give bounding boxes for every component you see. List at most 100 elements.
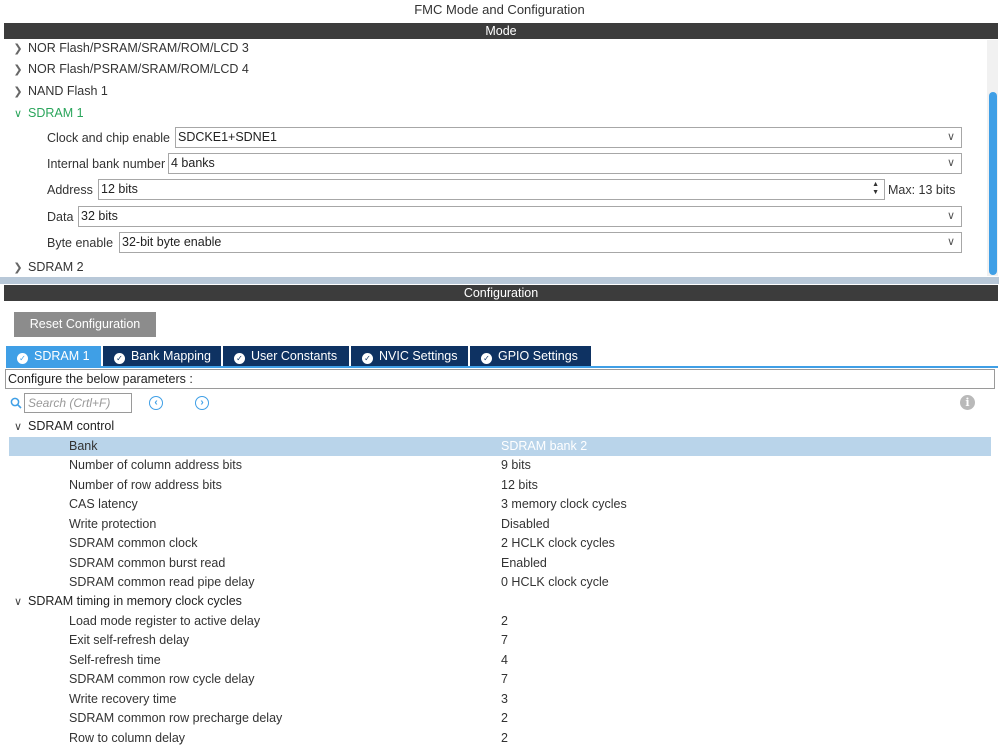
search-input[interactable]: Search (Crtl+F) bbox=[24, 393, 132, 413]
group-label: SDRAM control bbox=[28, 419, 115, 433]
clock-enable-select[interactable]: SDCKE1+SDNE1 ∨ bbox=[175, 127, 962, 148]
chevron-right-icon: ❯ bbox=[13, 86, 23, 98]
chevron-down-icon: ∨ bbox=[946, 236, 955, 248]
group-sdram-timing[interactable]: ∨ SDRAM timing in memory clock cycles bbox=[8, 592, 242, 611]
tab-user-constants[interactable]: ✓ User Constants bbox=[223, 346, 349, 366]
clock-enable-label: Clock and chip enable bbox=[47, 131, 170, 145]
param-value[interactable]: 2 bbox=[501, 612, 508, 631]
param-row[interactable]: Load mode register to active delay 2 bbox=[9, 612, 991, 631]
panel-divider[interactable] bbox=[0, 277, 999, 284]
param-value[interactable]: 9 bits bbox=[501, 456, 531, 475]
bank-number-value: 4 banks bbox=[171, 156, 215, 170]
param-row[interactable]: SDRAM common row cycle delay 7 bbox=[9, 670, 991, 689]
chevron-down-icon: ∨ bbox=[13, 421, 23, 433]
info-icon[interactable]: i bbox=[960, 395, 975, 410]
bank-number-label: Internal bank number bbox=[47, 157, 166, 171]
param-row[interactable]: Number of column address bits 9 bits bbox=[9, 456, 991, 475]
scrollbar-thumb[interactable] bbox=[989, 92, 997, 275]
param-row[interactable]: Self-refresh time 4 bbox=[9, 651, 991, 670]
param-value[interactable]: 3 bbox=[501, 690, 508, 709]
param-name: SDRAM common clock bbox=[69, 536, 198, 550]
param-row[interactable]: Write protection Disabled bbox=[9, 515, 991, 534]
chevron-down-icon: ∨ bbox=[946, 157, 955, 169]
chevron-right-icon: ❯ bbox=[13, 43, 23, 55]
tab-label: NVIC Settings bbox=[379, 349, 458, 363]
tab-label: Bank Mapping bbox=[131, 349, 211, 363]
spinner-arrows-icon[interactable]: ▲ ▼ bbox=[872, 181, 879, 197]
param-value[interactable]: 2 bbox=[501, 729, 508, 748]
group-sdram-control[interactable]: ∨ SDRAM control bbox=[8, 417, 114, 436]
mode-scrollbar[interactable] bbox=[987, 40, 998, 276]
param-name: SDRAM common burst read bbox=[69, 556, 226, 570]
next-match-icon[interactable]: › bbox=[195, 396, 209, 410]
param-row[interactable]: Bank SDRAM bank 2 bbox=[9, 437, 991, 456]
tree-item-sdram2[interactable]: ❯ SDRAM 2 bbox=[4, 257, 83, 276]
check-circle-icon: ✓ bbox=[362, 353, 373, 364]
param-value[interactable]: 2 HCLK clock cycles bbox=[501, 534, 615, 553]
param-value[interactable]: 2 bbox=[501, 709, 508, 728]
group-label: SDRAM timing in memory clock cycles bbox=[28, 594, 242, 608]
param-row[interactable]: Exit self-refresh delay 7 bbox=[9, 631, 991, 650]
param-row[interactable]: CAS latency 3 memory clock cycles bbox=[9, 495, 991, 514]
data-value: 32 bits bbox=[81, 209, 118, 223]
data-select[interactable]: 32 bits ∨ bbox=[78, 206, 962, 227]
address-max-label: Max: 13 bits bbox=[888, 183, 956, 197]
param-row[interactable]: SDRAM common clock 2 HCLK clock cycles bbox=[9, 534, 991, 553]
check-circle-icon: ✓ bbox=[234, 353, 245, 364]
param-value[interactable]: 12 bits bbox=[501, 476, 538, 495]
param-name: Self-refresh time bbox=[69, 653, 161, 667]
clock-enable-value: SDCKE1+SDNE1 bbox=[178, 130, 277, 144]
parameter-hint: Configure the below parameters : bbox=[5, 369, 995, 389]
param-name: Load mode register to active delay bbox=[69, 614, 261, 628]
tab-sdram1[interactable]: ✓ SDRAM 1 bbox=[6, 346, 101, 366]
param-row[interactable]: Number of row address bits 12 bits bbox=[9, 476, 991, 495]
tab-nvic-settings[interactable]: ✓ NVIC Settings bbox=[351, 346, 468, 366]
tab-bank-mapping[interactable]: ✓ Bank Mapping bbox=[103, 346, 221, 366]
param-value[interactable]: Disabled bbox=[501, 515, 550, 534]
param-name: SDRAM common row cycle delay bbox=[69, 672, 255, 686]
param-row[interactable]: SDRAM common burst read Enabled bbox=[9, 554, 991, 573]
bank-number-select[interactable]: 4 banks ∨ bbox=[168, 153, 962, 174]
data-label: Data bbox=[47, 210, 74, 224]
tab-label: SDRAM 1 bbox=[34, 349, 90, 363]
param-name: Number of row address bits bbox=[69, 478, 222, 492]
param-name: Number of column address bits bbox=[69, 458, 242, 472]
param-value[interactable]: 0 HCLK clock cycle bbox=[501, 573, 609, 592]
tree-item-nand1[interactable]: ❯ NAND Flash 1 bbox=[4, 81, 108, 101]
tree-item-nor3[interactable]: ❯ NOR Flash/PSRAM/SRAM/ROM/LCD 3 bbox=[4, 40, 249, 58]
check-circle-icon: ✓ bbox=[481, 353, 492, 364]
param-value[interactable]: Enabled bbox=[501, 554, 547, 573]
param-name: Row to column delay bbox=[69, 731, 186, 745]
param-name: Exit self-refresh delay bbox=[69, 633, 190, 647]
param-name: Write protection bbox=[69, 517, 157, 531]
param-row[interactable]: Write recovery time 3 bbox=[9, 690, 991, 709]
param-row[interactable]: Row to column delay 2 bbox=[9, 729, 991, 748]
param-value[interactable]: 7 bbox=[501, 670, 508, 689]
tab-label: User Constants bbox=[251, 349, 338, 363]
param-value[interactable]: 4 bbox=[501, 651, 508, 670]
param-name: CAS latency bbox=[69, 497, 138, 511]
param-row[interactable]: SDRAM common row precharge delay 2 bbox=[9, 709, 991, 728]
tree-item-label: NOR Flash/PSRAM/SRAM/ROM/LCD 3 bbox=[28, 41, 249, 55]
param-row[interactable]: SDRAM common read pipe delay 0 HCLK cloc… bbox=[9, 573, 991, 592]
param-name: Bank bbox=[69, 439, 98, 453]
byte-enable-select[interactable]: 32-bit byte enable ∨ bbox=[119, 232, 962, 253]
mode-panel: ❯ NOR Flash/PSRAM/SRAM/ROM/LCD 3 ❯ NOR Fla… bbox=[4, 40, 998, 276]
param-value[interactable]: 3 memory clock cycles bbox=[501, 495, 627, 514]
param-value[interactable]: 7 bbox=[501, 631, 508, 650]
check-circle-icon: ✓ bbox=[114, 353, 125, 364]
address-spinner[interactable]: 12 bits ▲ ▼ bbox=[98, 179, 885, 200]
param-name: SDRAM common read pipe delay bbox=[69, 575, 255, 589]
previous-match-icon[interactable]: ‹ bbox=[149, 396, 163, 410]
tab-gpio-settings[interactable]: ✓ GPIO Settings bbox=[470, 346, 591, 366]
tree-item-sdram1[interactable]: ∨ SDRAM 1 bbox=[4, 103, 84, 123]
tree-item-label: NAND Flash 1 bbox=[28, 84, 108, 98]
reset-configuration-button[interactable]: Reset Configuration bbox=[14, 312, 156, 337]
byte-enable-label: Byte enable bbox=[47, 236, 114, 250]
tree-item-nor4[interactable]: ❯ NOR Flash/PSRAM/SRAM/ROM/LCD 4 bbox=[4, 59, 248, 79]
param-value[interactable]: SDRAM bank 2 bbox=[501, 437, 587, 456]
chevron-down-icon: ∨ bbox=[946, 210, 955, 222]
search-icon bbox=[10, 397, 22, 409]
tab-label: GPIO Settings bbox=[498, 349, 578, 363]
byte-enable-value: 32-bit byte enable bbox=[122, 235, 222, 249]
